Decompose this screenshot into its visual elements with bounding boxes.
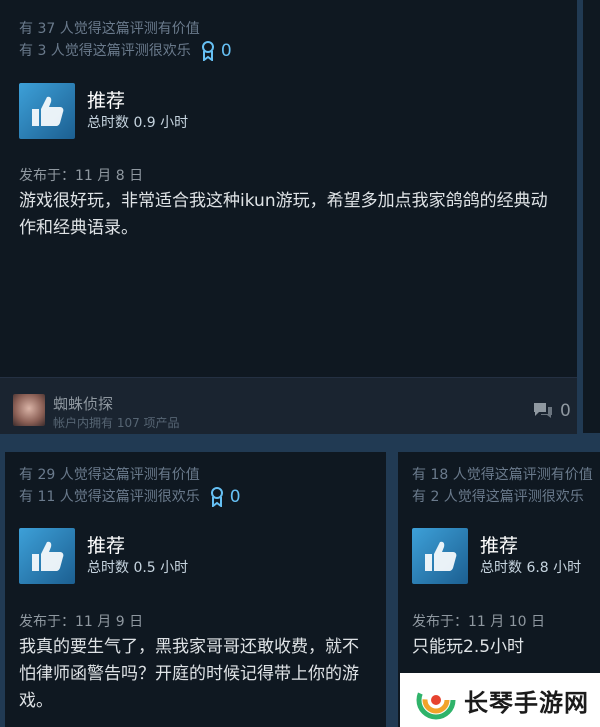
recommendation-row[interactable]: 推荐 总时数 6.8 小时 [412, 528, 581, 584]
recommendation-label: 推荐 [480, 535, 519, 557]
review-text: 我真的要生气了，黑我家哥哥还敢收费，就不 怕律师函警告吗？开庭的时候记得带上你的… [19, 634, 379, 715]
funny-count: 有 2 人觉得这篇评测很欢乐 [412, 489, 584, 505]
posted-date: 发布于：11 月 9 日 [19, 614, 144, 630]
review-meta: 有 29 人觉得这篇评测有价值 有 11 人觉得这篇评测很欢乐 0 [19, 464, 241, 508]
thumbs-up-icon [412, 528, 468, 584]
review-text: 游戏很好玩，非常适合我这种ikun游玩，希望多加点我家鸽鸽的经典动 作和经典语录… [19, 188, 579, 242]
review-text-line: 游戏很好玩，非常适合我这种ikun游玩，希望多加点我家鸽鸽的经典动 [19, 191, 548, 211]
posted-date: 发布于：11 月 8 日 [19, 168, 144, 184]
award-button[interactable]: 0 [210, 486, 241, 508]
watermark: 长琴手游网 [400, 673, 600, 727]
avatar[interactable] [13, 394, 45, 426]
recommendation-row[interactable]: 推荐 总时数 0.5 小时 [19, 528, 188, 584]
award-icon [201, 41, 214, 61]
award-button[interactable]: 0 [201, 40, 232, 62]
products-owned: 帐户内拥有 107 项产品 [53, 416, 180, 430]
comment-icon [534, 403, 552, 418]
review-meta: 有 37 人觉得这篇评测有价值 有 3 人觉得这篇评测很欢乐 0 [19, 18, 232, 62]
review-text-line: 怕律师函警告吗？开庭的时候记得带上你的游 [19, 664, 359, 684]
review-card-partial [583, 0, 600, 433]
watermark-text: 长琴手游网 [464, 688, 589, 717]
review-meta: 有 18 人觉得这篇评测有价值 有 2 人觉得这篇评测很欢乐 [412, 464, 600, 508]
thumbs-up-icon [19, 83, 75, 139]
posted-date: 发布于：11 月 10 日 [412, 614, 545, 630]
review-text-line: 只能玩2.5小时 [412, 637, 525, 657]
review-text-line: 我真的要生气了，黑我家哥哥还敢收费，就不 [19, 637, 359, 657]
username[interactable]: 蜘蛛侦探 [53, 393, 113, 414]
watermark-logo-icon [416, 680, 456, 720]
helpful-count: 有 37 人觉得这篇评测有价值 [19, 21, 200, 37]
playtime-hours: 总时数 0.9 小时 [87, 115, 189, 131]
award-count: 0 [229, 487, 241, 507]
helpful-count: 有 29 人觉得这篇评测有价值 [19, 467, 200, 483]
playtime-hours: 总时数 0.5 小时 [87, 560, 189, 576]
review-text: 只能玩2.5小时 [412, 634, 598, 661]
funny-count: 有 3 人觉得这篇评测很欢乐 [19, 43, 191, 59]
funny-count: 有 11 人觉得这篇评测很欢乐 [19, 489, 200, 505]
comments-button[interactable]: 0 [532, 401, 571, 421]
recommendation-label: 推荐 [87, 535, 126, 557]
playtime-hours: 总时数 6.8 小时 [480, 560, 582, 576]
award-icon [210, 487, 223, 507]
funny-row: 有 11 人觉得这篇评测很欢乐 0 [19, 486, 241, 508]
thumbs-up-icon [19, 528, 75, 584]
review-text-line: 戏。 [19, 691, 53, 711]
recommendation-row[interactable]: 推荐 总时数 0.9 小时 [19, 83, 188, 139]
award-count: 0 [220, 41, 232, 61]
review-text-line: 作和经典语录。 [19, 218, 138, 238]
funny-row: 有 3 人觉得这篇评测很欢乐 0 [19, 40, 232, 62]
helpful-count: 有 18 人觉得这篇评测有价值 [412, 467, 593, 483]
comment-count: 0 [560, 401, 571, 421]
recommendation-label: 推荐 [87, 90, 126, 112]
